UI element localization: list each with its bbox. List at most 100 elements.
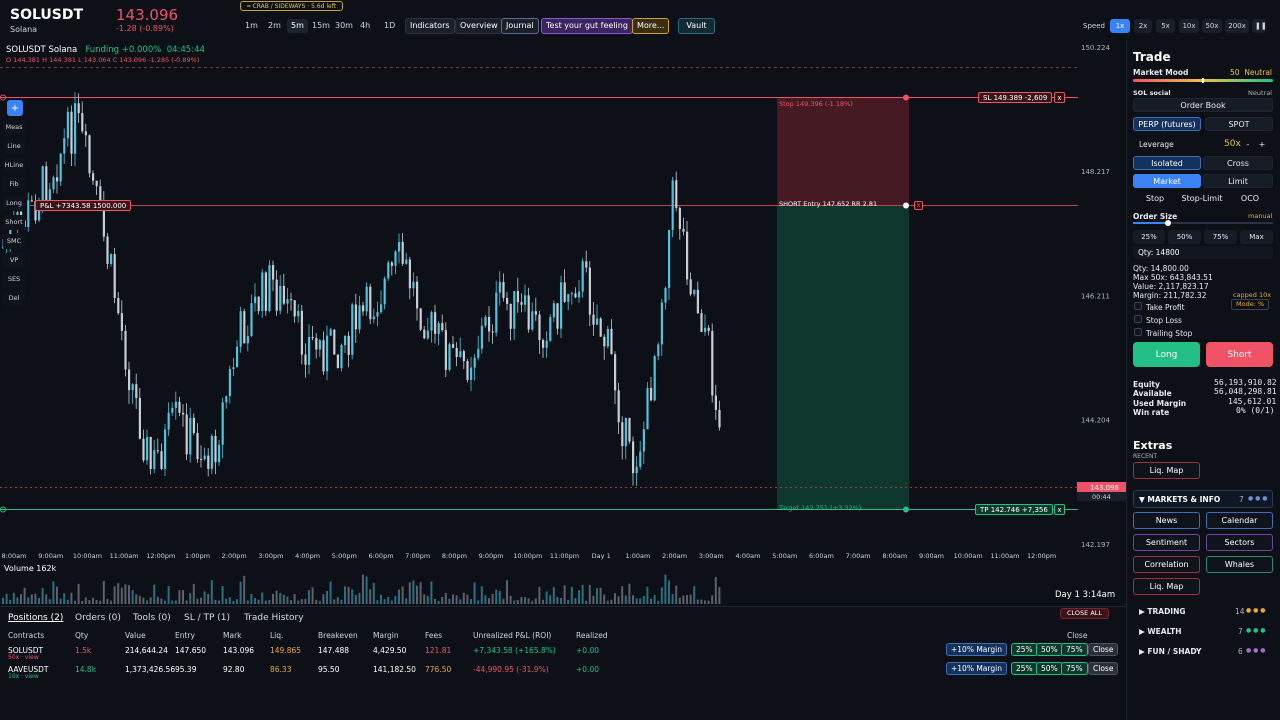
tf-1m[interactable]: 1m xyxy=(241,19,262,33)
tab-trade-history[interactable]: Trade History xyxy=(244,612,304,624)
tf-4h[interactable]: 4h xyxy=(356,19,374,33)
stop-loss-checkbox[interactable] xyxy=(1134,315,1142,323)
short-button[interactable]: Short xyxy=(1206,342,1273,367)
oco-order-button[interactable]: OCO xyxy=(1230,191,1270,205)
row2-add-margin-button[interactable]: +10% Margin xyxy=(946,662,1007,675)
recent-liq-map-button[interactable]: Liq. Map xyxy=(1133,462,1200,479)
tab-positions[interactable]: Positions (2) xyxy=(8,612,63,624)
qty-input[interactable]: Qty: 14800 xyxy=(1133,246,1273,259)
tool-smc[interactable]: SMC xyxy=(3,234,25,249)
more-button[interactable]: More... xyxy=(632,18,670,34)
pnl-tag[interactable]: P&L +7343.58 1500.000 xyxy=(35,200,132,211)
speed-10x[interactable]: 10x xyxy=(1179,19,1199,33)
section-wealth[interactable]: ▶ WEALTH 7 ● ● ● xyxy=(1133,627,1273,641)
sl-tag[interactable]: SL 149.389 -2,609 xyxy=(978,92,1053,103)
tf-30m[interactable]: 30m xyxy=(331,19,357,33)
tool-hline[interactable]: HLine xyxy=(3,158,25,173)
perp-button[interactable]: PERP (futures) xyxy=(1133,117,1201,131)
gut-feeling-button[interactable]: Test your gut feeling xyxy=(541,18,633,34)
size-75-button[interactable]: 75% xyxy=(1204,230,1237,244)
trailing-stop-checkbox[interactable] xyxy=(1134,328,1142,336)
cross-button[interactable]: Cross xyxy=(1203,156,1273,170)
size-50-button[interactable]: 50% xyxy=(1168,230,1201,244)
tab-tools[interactable]: Tools (0) xyxy=(133,612,171,624)
section-fun-shady[interactable]: ▶ FUN / SHADY 6 ● ● ● xyxy=(1133,647,1273,661)
section-wealth-title[interactable]: ▶ WEALTH xyxy=(1139,627,1182,636)
long-button[interactable]: Long xyxy=(1133,342,1200,367)
row2-close-button[interactable]: Close xyxy=(1088,662,1119,675)
close-all-button[interactable]: CLOSE ALL xyxy=(1060,608,1110,619)
order-book-button[interactable]: Order Book xyxy=(1133,98,1273,112)
speed-2x[interactable]: 2x xyxy=(1134,19,1152,33)
tf-2m[interactable]: 2m xyxy=(264,19,285,33)
liq-map-button[interactable]: Liq. Map xyxy=(1133,578,1200,595)
stop-limit-order-button[interactable]: Stop-Limit xyxy=(1178,191,1226,205)
price-chart[interactable]: Stop 149.396 (-1.18%) SHORT Entry 147.65… xyxy=(0,40,1126,606)
speed-5x[interactable]: 5x xyxy=(1156,19,1175,33)
leverage-value[interactable]: 50x xyxy=(1224,139,1241,149)
tool-fib[interactable]: Fib xyxy=(3,177,25,192)
sl-handle[interactable] xyxy=(903,94,909,101)
speed-200x[interactable]: 200x xyxy=(1225,19,1249,33)
stop-order-button[interactable]: Stop xyxy=(1133,191,1177,205)
sectors-button[interactable]: Sectors xyxy=(1206,534,1273,551)
section-fun-title[interactable]: ▶ FUN / SHADY xyxy=(1139,647,1201,656)
row1-add-margin-button[interactable]: +10% Margin xyxy=(946,643,1007,656)
calendar-button[interactable]: Calendar xyxy=(1206,512,1273,529)
row1-sub[interactable]: 50x · view xyxy=(8,654,39,661)
markets-info-title[interactable]: ▼ MARKETS & INFO xyxy=(1139,495,1220,504)
overview-button[interactable]: Overview xyxy=(455,18,503,34)
limit-order-button[interactable]: Limit xyxy=(1203,174,1273,188)
tool-line[interactable]: Line xyxy=(3,139,25,154)
speed-50x[interactable]: 50x xyxy=(1202,19,1222,33)
whales-button[interactable]: Whales xyxy=(1206,556,1273,573)
tool-long[interactable]: Long xyxy=(3,196,25,211)
tool-measure[interactable]: Meas xyxy=(3,120,25,135)
col-value: Value xyxy=(125,631,146,640)
indicators-button[interactable]: Indicators xyxy=(405,18,455,34)
row2-close-75-button[interactable]: 75% xyxy=(1061,662,1088,675)
row1-close-25-button[interactable]: 25% xyxy=(1011,643,1038,656)
entry-handle[interactable] xyxy=(903,202,909,209)
size-max-button[interactable]: Max xyxy=(1240,230,1273,244)
pause-button[interactable]: ❚❚ xyxy=(1252,19,1267,33)
tf-5m[interactable]: 5m xyxy=(287,19,308,33)
add-tool-button[interactable]: + xyxy=(7,100,23,116)
isolated-button[interactable]: Isolated xyxy=(1133,156,1201,170)
size-25-button[interactable]: 25% xyxy=(1133,230,1165,244)
tool-ses[interactable]: SES xyxy=(3,272,25,287)
row2-sub[interactable]: 10x · view xyxy=(8,673,39,680)
tool-delete[interactable]: Del xyxy=(3,291,25,306)
speed-1x[interactable]: 1x xyxy=(1110,19,1130,33)
take-profit-checkbox[interactable] xyxy=(1134,302,1142,310)
order-size-handle[interactable] xyxy=(1165,220,1171,226)
tool-short[interactable]: Short xyxy=(3,215,25,230)
sentiment-button[interactable]: Sentiment xyxy=(1133,534,1200,551)
leverage-increase[interactable]: + xyxy=(1256,137,1268,151)
tp-remove-button[interactable]: x xyxy=(1054,504,1065,515)
mode-toggle[interactable]: Mode: % xyxy=(1231,299,1270,310)
journal-button[interactable]: Journal xyxy=(501,18,539,34)
spot-button[interactable]: SPOT xyxy=(1205,117,1273,131)
entry-remove-button[interactable]: x xyxy=(914,201,923,210)
row1-close-50-button[interactable]: 50% xyxy=(1036,643,1063,656)
vault-button[interactable]: Vault xyxy=(678,18,715,34)
tool-vp[interactable]: VP xyxy=(3,253,25,268)
row2-close-25-button[interactable]: 25% xyxy=(1011,662,1038,675)
tf-1d[interactable]: 1D xyxy=(380,19,399,33)
section-trading[interactable]: ▶ TRADING 14 ● ● ● xyxy=(1133,607,1273,621)
tab-sltp[interactable]: SL / TP (1) xyxy=(184,612,230,624)
section-trading-title[interactable]: ▶ TRADING xyxy=(1139,607,1186,616)
leverage-decrease[interactable]: - xyxy=(1242,137,1254,151)
order-size-slider[interactable] xyxy=(1133,220,1273,226)
row1-close-button[interactable]: Close xyxy=(1088,643,1119,656)
row1-close-75-button[interactable]: 75% xyxy=(1061,643,1088,656)
sl-remove-button[interactable]: x xyxy=(1054,92,1065,103)
news-button[interactable]: News xyxy=(1133,512,1200,529)
market-order-button[interactable]: Market xyxy=(1133,174,1201,188)
tp-handle[interactable] xyxy=(903,506,909,513)
row2-close-50-button[interactable]: 50% xyxy=(1036,662,1063,675)
tp-tag[interactable]: TP 142.746 +7,356 xyxy=(975,504,1053,515)
correlation-button[interactable]: Correlation xyxy=(1133,556,1200,573)
tab-orders[interactable]: Orders (0) xyxy=(75,612,121,624)
